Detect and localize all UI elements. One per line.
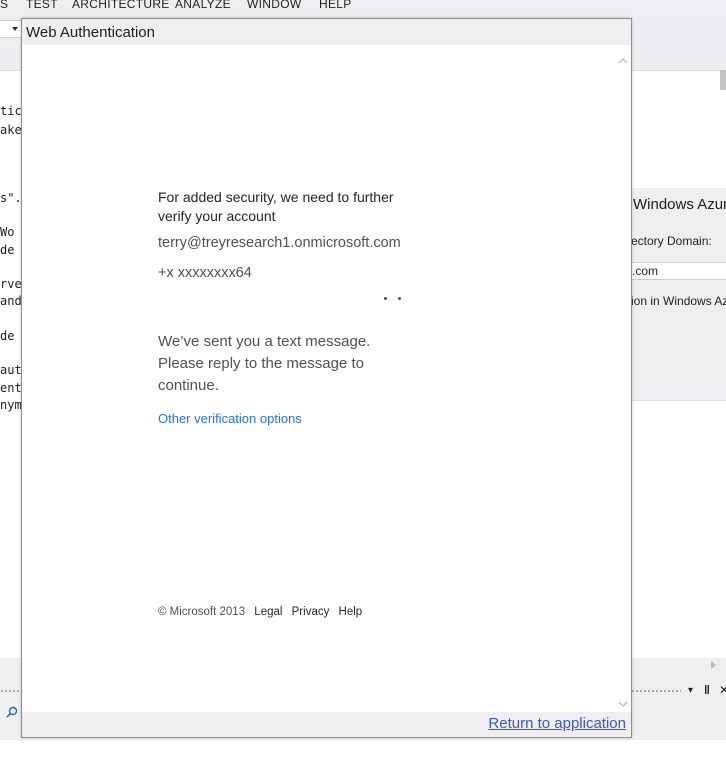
account-email: terry@treyresearch1.onmicrosoft.com [158, 235, 401, 251]
text-message-notice: We’ve sent you a text message. Please re… [158, 333, 371, 394]
other-verification-options-link[interactable]: Other verification options [158, 411, 302, 426]
code-line: nym [0, 398, 22, 412]
grip-dots [0, 689, 22, 693]
close-icon[interactable]: ✕ [719, 683, 726, 697]
menu-item-analyze[interactable]: ANALYZE [175, 0, 231, 11]
legal-link[interactable]: Legal [254, 606, 282, 618]
privacy-link[interactable]: Privacy [292, 606, 330, 618]
directory-domain-label: ectory Domain: [631, 234, 712, 248]
grip-dots [631, 689, 681, 693]
code-line: rve [0, 277, 22, 291]
right-panel-scrollbar[interactable] [720, 70, 726, 90]
code-line: ent [0, 381, 22, 395]
code-line: s". [0, 191, 22, 205]
code-line: de [0, 243, 15, 257]
right-top-panel [631, 70, 726, 188]
code-line: aut [0, 363, 22, 377]
progress-dot [384, 297, 387, 300]
copyright-text: © Microsoft 2013 [158, 606, 246, 618]
masked-phone-number: +x xxxxxxxx64 [158, 265, 252, 281]
code-line: de [0, 329, 15, 343]
code-editor[interactable]: tic ake s". Wo de rve and de aut ent nym [0, 70, 22, 658]
dialog-title: Web Authentication [26, 24, 155, 41]
progress-indicator [384, 297, 404, 303]
web-authentication-dialog: Web Authentication For added security, w… [21, 18, 632, 738]
editor-horizontal-scrollbar[interactable] [0, 658, 22, 672]
return-to-application-link[interactable]: Return to application [488, 715, 626, 732]
menu-item-help[interactable]: HELP [319, 0, 352, 11]
menu-item-architecture[interactable]: ARCHITECTURE [72, 0, 170, 11]
code-line: and [0, 294, 22, 308]
security-heading: For added security, we need to further v… [158, 189, 394, 224]
search-icon[interactable] [6, 706, 18, 718]
microsoft-footer: © Microsoft 2013 Legal Privacy Help [158, 606, 362, 618]
horizontal-scrollbar[interactable] [631, 658, 726, 672]
menu-item-s[interactable]: S [0, 0, 8, 11]
scroll-down-icon[interactable] [618, 700, 628, 708]
code-line: Wo [0, 225, 15, 239]
progress-dot [398, 297, 401, 300]
dialog-body: For added security, we need to further v… [22, 45, 631, 712]
scroll-up-icon[interactable] [618, 57, 628, 65]
menu-item-window[interactable]: WINDOW [247, 0, 301, 11]
status-bar [0, 740, 726, 768]
dropdown-icon[interactable]: ▾ [688, 685, 693, 696]
dialog-titlebar[interactable]: Web Authentication [22, 19, 631, 45]
azure-checkbox-label[interactable]: ion in Windows Az [631, 294, 726, 308]
pin-icon[interactable]: ‖ [704, 683, 710, 697]
menu-item-test[interactable]: TEST [26, 0, 58, 11]
azure-panel-title: Windows Azur [633, 196, 726, 213]
toolbar-dropdown[interactable] [0, 20, 22, 38]
menu-bar: S TEST ARCHITECTURE ANALYZE WINDOW HELP [0, 0, 726, 14]
code-line: tic [0, 104, 22, 118]
right-bottom-panel [631, 400, 726, 658]
directory-domain-input[interactable]: .com [631, 262, 726, 280]
dialog-footer-bar: Return to application [22, 712, 631, 737]
azure-settings-panel: Windows Azur ectory Domain: .com ion in … [631, 188, 726, 398]
code-line: ake [0, 123, 22, 137]
scroll-right-icon[interactable] [711, 661, 716, 669]
help-link[interactable]: Help [339, 606, 363, 618]
